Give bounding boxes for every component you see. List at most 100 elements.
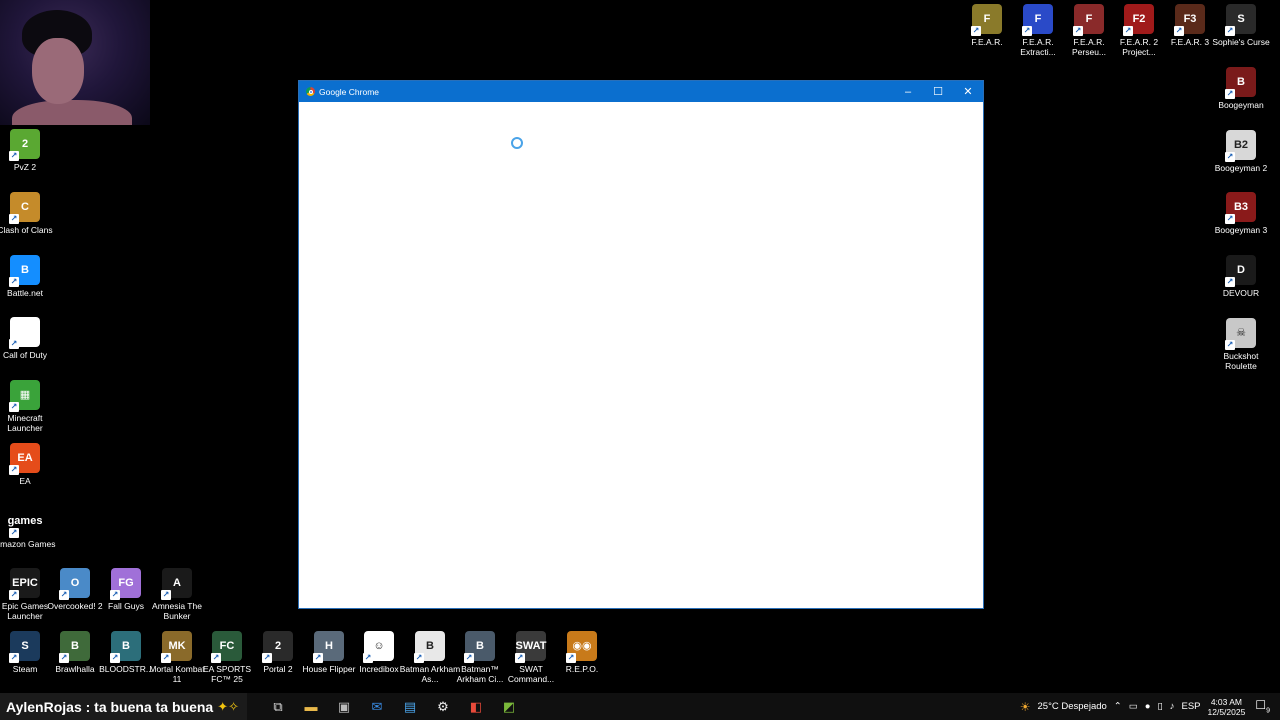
- desktop-shortcut-label: Minecraft Launcher: [7, 413, 43, 433]
- boogeyman-icon: B: [1225, 67, 1256, 99]
- clock-date: 12/5/2025: [1207, 706, 1246, 717]
- desktop-shortcut-label: Sophie's Curse: [1212, 37, 1270, 47]
- battle-net-icon: B: [9, 255, 40, 287]
- house-flipper-icon: H: [313, 631, 344, 663]
- notification-count: 9: [1266, 707, 1270, 715]
- desktop-shortcut-label: R.E.P.O.: [565, 664, 599, 674]
- portal2-icon: 2: [262, 631, 293, 663]
- sparkle-icon: ✦✧: [217, 698, 239, 714]
- ea-fc-icon: FC: [211, 631, 242, 663]
- app-green-icon[interactable]: ◩: [498, 696, 520, 717]
- desktop-shortcut[interactable]: ◉◉R.E.P.O.: [551, 631, 613, 674]
- task-view-icon[interactable]: ⧉: [267, 696, 289, 717]
- pvz2-icon: 2: [9, 129, 40, 161]
- clock-time: 4:03 AM: [1210, 696, 1242, 707]
- taskbar: AylenRojas : ta buena ta buena ✦✧ ⧉ ▬ ▣ …: [0, 693, 1280, 720]
- webcam-overlay: [0, 0, 150, 125]
- file-icon: [9, 317, 40, 349]
- desktop-shortcut[interactable]: EAEA: [0, 443, 56, 486]
- desktop-shortcut[interactable]: BBattle.net: [0, 255, 56, 298]
- batman-city-icon: B: [464, 631, 495, 663]
- desktop-shortcut[interactable]: gamesAmazon Games: [0, 506, 56, 549]
- minimize-button[interactable]: –: [893, 81, 923, 102]
- desktop-shortcut[interactable]: Call of Duty: [0, 317, 56, 360]
- steam-icon: S: [9, 631, 40, 663]
- mail-icon[interactable]: ✉: [366, 696, 388, 717]
- notification-icon[interactable]: ☐9: [1255, 698, 1270, 714]
- desktop-shortcut[interactable]: B2Boogeyman 2: [1210, 130, 1272, 173]
- mortal-kombat-icon: MK: [161, 631, 192, 663]
- desktop-shortcut-label: Battle.net: [7, 288, 43, 298]
- batman-asylum-icon: B: [414, 631, 445, 663]
- desktop-shortcut-label: Amnesia The Bunker: [152, 601, 202, 621]
- window-title-bar[interactable]: Google Chrome – ☐ ✕: [299, 81, 983, 102]
- amazon-games-icon: games: [8, 506, 42, 538]
- store-icon[interactable]: ▣: [333, 696, 355, 717]
- boogeyman2-icon: B2: [1225, 130, 1256, 162]
- desktop-shortcut-label: Amazon Games: [0, 539, 56, 549]
- minecraft-icon: ▦: [9, 380, 40, 412]
- fear-extraction-icon: F: [1022, 4, 1053, 36]
- file-explorer-icon[interactable]: ▬: [300, 696, 322, 717]
- stream-chat-overlay: AylenRojas : ta buena ta buena ✦✧: [0, 693, 247, 720]
- clock[interactable]: 4:03 AM 12/5/2025: [1208, 697, 1246, 717]
- microphone-icon[interactable]: ●: [1145, 701, 1151, 712]
- overcooked-icon: O: [59, 568, 90, 600]
- fear-icon: F: [971, 4, 1002, 36]
- desktop-shortcut-label: Boogeyman 2: [1214, 163, 1268, 173]
- desktop-shortcut[interactable]: ☠Buckshot Roulette: [1210, 318, 1272, 371]
- desktop-shortcut-label: Boogeyman: [1218, 100, 1264, 110]
- clash-of-clans-icon: C: [9, 192, 40, 224]
- window-title: Google Chrome: [319, 86, 380, 97]
- desktop-shortcut[interactable]: BBoogeyman: [1210, 67, 1272, 110]
- desktop-shortcut-label: Call of Duty: [3, 350, 47, 360]
- buckshot-roulette-icon: ☠: [1225, 318, 1256, 350]
- desktop-shortcut-label: DEVOUR: [1222, 288, 1260, 298]
- close-button[interactable]: ✕: [953, 81, 983, 102]
- weather-icon: ☀: [1019, 699, 1031, 714]
- amnesia-icon: A: [161, 568, 192, 600]
- app-red-icon[interactable]: ◧: [465, 696, 487, 717]
- desktop-shortcut-label: PvZ 2: [13, 162, 37, 172]
- loading-spinner-icon: [511, 137, 523, 149]
- desktop-shortcut[interactable]: 2PvZ 2: [0, 129, 56, 172]
- desktop-shortcut[interactable]: SSophie's Curse: [1210, 4, 1272, 47]
- ea-icon: EA: [9, 443, 40, 475]
- chrome-window[interactable]: Google Chrome – ☐ ✕: [298, 80, 984, 609]
- desktop-shortcut[interactable]: DDEVOUR: [1210, 255, 1272, 298]
- fall-guys-icon: FG: [110, 568, 141, 600]
- brawlhalla-icon: B: [59, 631, 90, 663]
- battery-icon[interactable]: ▯: [1158, 701, 1163, 712]
- language-indicator[interactable]: ESP: [1181, 701, 1200, 712]
- desktop-shortcut[interactable]: CClash of Clans: [0, 192, 56, 235]
- sophies-curse-icon: S: [1225, 4, 1256, 36]
- system-tray: ☀ 25°C Despejado ⌃ ▭ ● ▯ ♪ ESP 4:03 AM 1…: [1020, 693, 1280, 720]
- chevron-up-icon[interactable]: ⌃: [1114, 701, 1122, 712]
- fear-perseus-icon: F: [1073, 4, 1104, 36]
- repo-icon: ◉◉: [566, 631, 597, 663]
- weather-text[interactable]: 25°C Despejado: [1038, 701, 1107, 712]
- app-window-icon[interactable]: ▤: [399, 696, 421, 717]
- maximize-button[interactable]: ☐: [923, 81, 953, 102]
- window-content: [299, 102, 983, 607]
- desktop-shortcut[interactable]: AAmnesia The Bunker: [146, 568, 208, 621]
- bloodstained-icon: B: [110, 631, 141, 663]
- desktop-shortcut-label: Clash of Clans: [0, 225, 53, 235]
- desktop-shortcut-label: Boogeyman 3: [1214, 225, 1268, 235]
- chat-message: AylenRojas : ta buena ta buena: [6, 698, 214, 715]
- volume-icon[interactable]: ♪: [1170, 701, 1175, 712]
- steam-taskbar-icon[interactable]: ⚙: [432, 696, 454, 717]
- desktop-shortcut-label: EA: [19, 476, 31, 486]
- epic-games-icon: EPIC: [9, 568, 40, 600]
- boogeyman3-icon: B3: [1225, 192, 1256, 224]
- desktop-shortcut-label: Buckshot Roulette: [1223, 351, 1259, 371]
- desktop-shortcut[interactable]: B3Boogeyman 3: [1210, 192, 1272, 235]
- chrome-logo-icon: [306, 87, 315, 96]
- fear3-icon: F3: [1174, 4, 1205, 36]
- incredibox-icon: ☺: [363, 631, 394, 663]
- desktop-shortcut[interactable]: ▦Minecraft Launcher: [0, 380, 56, 433]
- network-icon[interactable]: ▭: [1129, 701, 1138, 712]
- devour-icon: D: [1225, 255, 1256, 287]
- swat-icon: SWAT: [515, 631, 546, 663]
- fear2-icon: F2: [1123, 4, 1154, 36]
